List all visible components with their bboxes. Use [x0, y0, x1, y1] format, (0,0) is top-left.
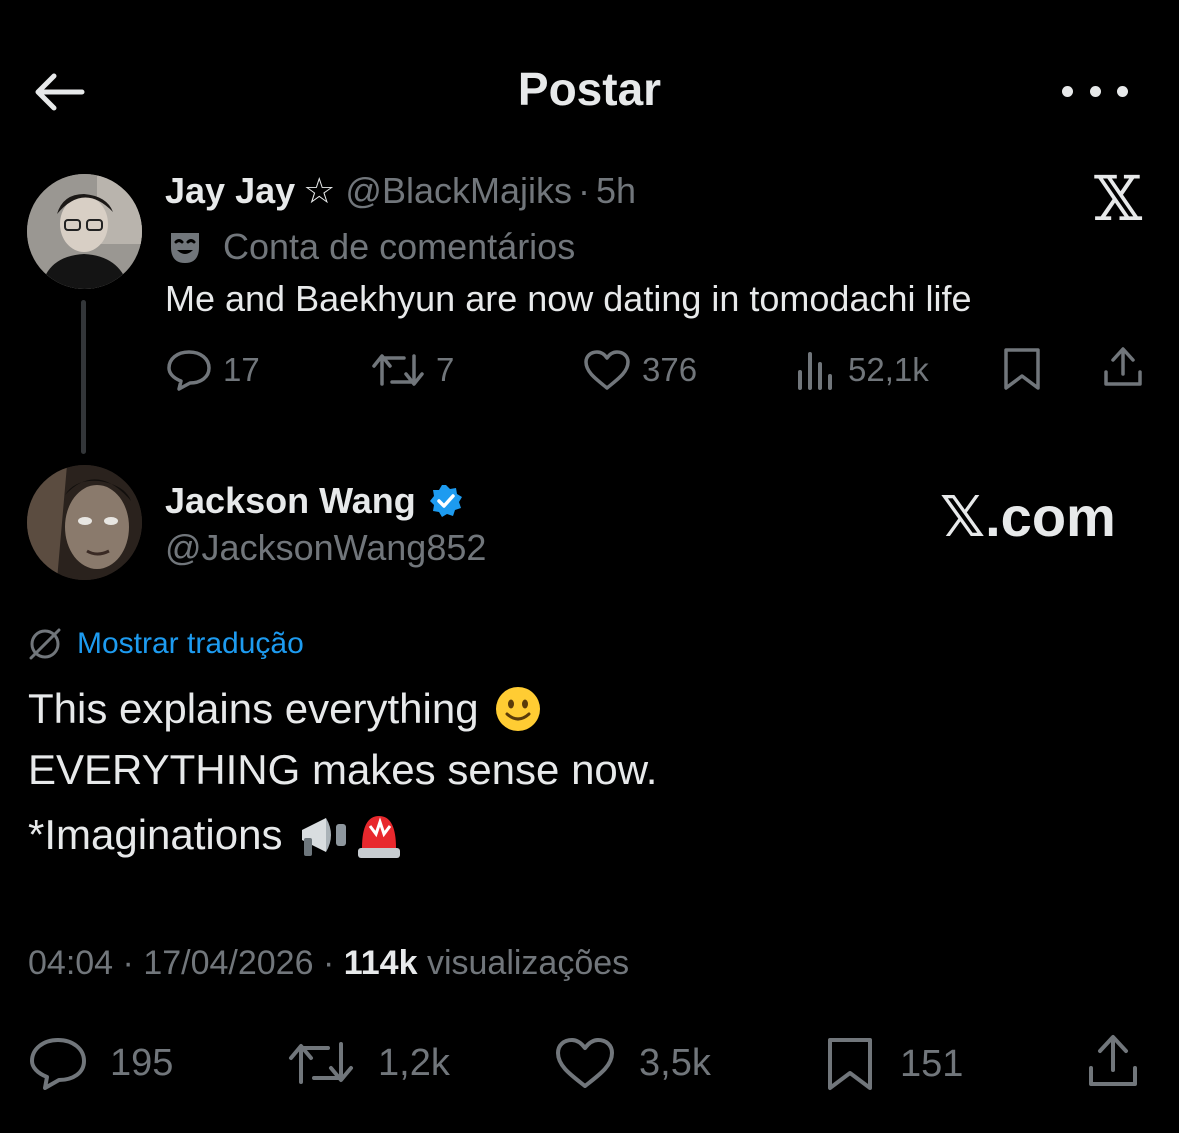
reply-separator: ·: [578, 170, 591, 211]
tweet-line-2: EVERYTHING makes sense now.: [28, 746, 657, 794]
page-title: Postar: [517, 63, 662, 115]
tweet-text-line: EVERYTHING makes sense now.: [28, 746, 658, 793]
theater-mask-icon: [171, 233, 199, 263]
post-likes-count: 3,5k: [639, 1041, 711, 1084]
post-views-count: 114k: [343, 944, 418, 982]
reply-reposts-count: 7: [436, 351, 455, 388]
reply-views-button[interactable]: 52,1k: [794, 348, 929, 392]
post-bookmarks-count: 151: [900, 1042, 964, 1085]
bookmark-icon: [828, 1038, 872, 1090]
reply-reposts-button[interactable]: 7: [370, 348, 454, 392]
account-label-text: Conta de comentários: [223, 226, 576, 267]
post-bookmark-button[interactable]: 151: [822, 1036, 963, 1092]
reply-likes-count: 376: [642, 351, 698, 388]
tweet-line-1: This explains everything: [28, 684, 543, 734]
tweet-line-3: *Imaginations: [28, 808, 404, 862]
bookmark-icon: [1004, 348, 1040, 390]
more-dot: [1089, 85, 1101, 97]
comment-icon: [30, 1038, 86, 1090]
avatar-image: [27, 174, 142, 289]
meta-separator: ·: [122, 944, 134, 982]
reply-views-count: 52,1k: [848, 351, 929, 388]
avatar-image: [27, 465, 142, 580]
comment-icon: [167, 350, 211, 391]
x-logo-icon: 𝕏: [1094, 162, 1143, 235]
police-light-icon: [358, 816, 401, 858]
post-repost-button[interactable]: 1,2k: [286, 1036, 450, 1090]
more-dot: [1117, 85, 1128, 97]
globe-slash-icon: [29, 628, 61, 660]
reply-share-button[interactable]: [1100, 344, 1146, 395]
star-icon: ☆: [303, 170, 336, 211]
more-options-button[interactable]: [1062, 76, 1128, 106]
avatar[interactable]: [27, 465, 142, 580]
more-horizontal-icon: [1062, 85, 1073, 97]
show-translation-link[interactable]: Mostrar tradução: [27, 626, 304, 662]
post-metadata: 04:04 · 17/04/2026 · 114k visualizações: [28, 944, 629, 983]
reply-bookmark-button[interactable]: [1000, 346, 1044, 397]
post-reply-button[interactable]: 195: [28, 1036, 173, 1090]
reply-like-button[interactable]: 376: [582, 348, 697, 392]
share-icon: [1104, 347, 1142, 386]
post-date[interactable]: 17/04/2026: [143, 944, 313, 982]
heart-icon: [556, 1038, 614, 1088]
x-com-watermark: 𝕏.com: [940, 485, 1116, 548]
avatar[interactable]: [27, 174, 142, 289]
post-like-button[interactable]: 3,5k: [553, 1036, 711, 1090]
author-display-name[interactable]: Jackson Wang: [165, 480, 416, 522]
verified-badge-icon[interactable]: [428, 483, 464, 519]
tweet-text-line: This explains everything: [28, 685, 479, 732]
reply-display-name[interactable]: Jay Jay: [165, 170, 295, 212]
post-views-label: visualizações: [426, 944, 630, 982]
reply-time[interactable]: 5h: [596, 170, 636, 212]
tweet-text-line: *Imaginations: [28, 811, 283, 858]
post-share-button[interactable]: [1084, 1032, 1142, 1095]
author-name-row: Jackson Wang: [165, 480, 464, 522]
repost-icon: [289, 1042, 353, 1084]
post-replies-count: 195: [110, 1041, 174, 1084]
meta-separator: ·: [322, 944, 335, 982]
account-label: Conta de comentários: [165, 226, 575, 268]
author-handle[interactable]: @JacksonWang852: [165, 527, 486, 569]
reply-text: Me and Baekhyun are now dating in tomoda…: [165, 278, 972, 319]
post-time[interactable]: 04:04: [28, 944, 113, 982]
analytics-icon: [798, 352, 832, 390]
slightly-smiling-face-icon: [495, 687, 540, 731]
repost-icon: [372, 354, 424, 386]
show-translation-label: Mostrar tradução: [77, 627, 304, 660]
megaphone-icon: [302, 818, 347, 856]
reply-replies-count: 17: [223, 351, 260, 388]
reply-header: Jay Jay ☆ @BlackMajiks · 5h: [165, 170, 636, 212]
thread-connector: [81, 300, 86, 454]
heart-icon: [584, 350, 630, 390]
reply-handle[interactable]: @BlackMajiks: [345, 170, 572, 212]
reply-replies-button[interactable]: 17: [165, 348, 260, 392]
post-reposts-count: 1,2k: [378, 1041, 450, 1084]
share-icon: [1089, 1035, 1137, 1086]
